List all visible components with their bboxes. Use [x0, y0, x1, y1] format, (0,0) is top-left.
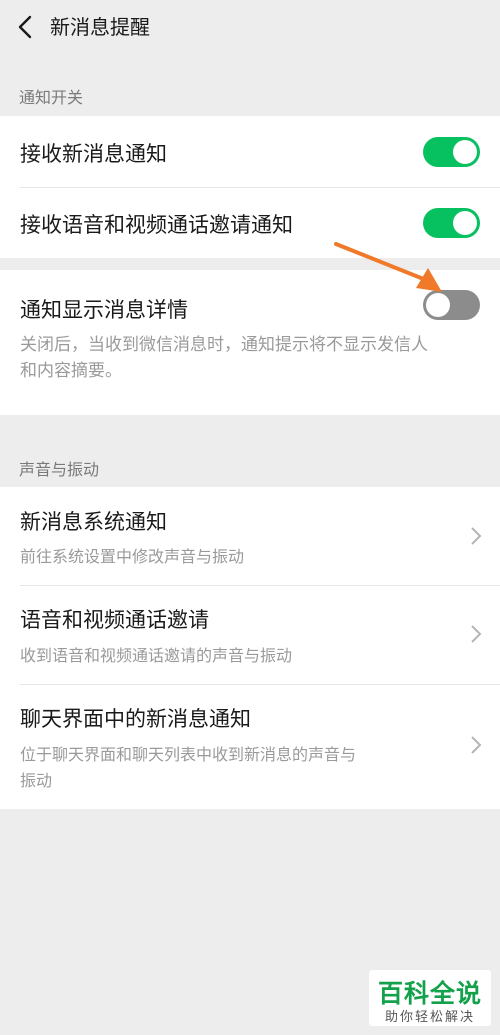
setting-row-call-invite-sound[interactable]: 语音和视频通话邀请 收到语音和视频通话邀请的声音与振动: [0, 586, 500, 684]
setting-label: 接收语音和视频通话邀请通知: [20, 213, 293, 237]
call-invite-toggle[interactable]: [423, 208, 480, 238]
setting-row-chat-new-message[interactable]: 聊天界面中的新消息通知 位于聊天界面和聊天列表中收到新消息的声音与 振动: [0, 685, 500, 809]
setting-label: 通知显示消息详情: [20, 298, 188, 322]
setting-label: 语音和视频通话邀请: [20, 608, 209, 632]
receive-new-message-toggle[interactable]: [423, 137, 480, 167]
page-title: 新消息提醒: [50, 15, 150, 39]
setting-description: 收到语音和视频通话邀请的声音与振动: [20, 646, 293, 665]
description-line: 位于聊天界面和聊天列表中收到新消息的声音与: [20, 745, 357, 764]
setting-label: 接收新消息通知: [20, 142, 167, 166]
back-arrow-icon[interactable]: [14, 13, 38, 41]
toggle-knob: [453, 140, 477, 164]
watermark-logo: 百科全说 助你轻松解决: [369, 970, 491, 1026]
setting-description: 位于聊天界面和聊天列表中收到新消息的声音与 振动: [20, 742, 356, 794]
setting-description: 前往系统设置中修改声音与振动: [20, 547, 245, 566]
setting-label: 新消息系统通知: [20, 510, 167, 534]
section-label-notification-switch: 通知开关: [19, 88, 84, 107]
watermark-sub-text: 助你轻松解决: [384, 1010, 475, 1025]
setting-row-system-notification[interactable]: 新消息系统通知 前往系统设置中修改声音与振动: [0, 487, 500, 585]
chevron-right-icon: [471, 625, 482, 643]
section-label-sound-vibration: 声音与振动: [19, 460, 100, 479]
setting-description: 关闭后，当收到微信消息时，通知提示将不显示发信人 和内容摘要。: [20, 332, 428, 384]
chevron-right-icon: [471, 527, 482, 545]
description-line: 和内容摘要。: [20, 361, 122, 381]
sound-vibration-panel: 新消息系统通知 前往系统设置中修改声音与振动 语音和视频通话邀请 收到语音和视频…: [0, 487, 500, 809]
setting-label: 聊天界面中的新消息通知: [20, 707, 251, 731]
chevron-right-icon: [471, 736, 482, 754]
description-line: 振动: [20, 771, 53, 790]
top-bar: 新消息提醒: [0, 0, 500, 54]
setting-row-receive-new-message[interactable]: 接收新消息通知: [0, 116, 500, 187]
annotation-arrow-icon: [334, 242, 442, 292]
toggle-knob: [453, 211, 477, 235]
watermark-main-text: 百科全说: [377, 979, 482, 1008]
description-line: 关闭后，当收到微信消息时，通知提示将不显示发信人: [20, 335, 428, 355]
